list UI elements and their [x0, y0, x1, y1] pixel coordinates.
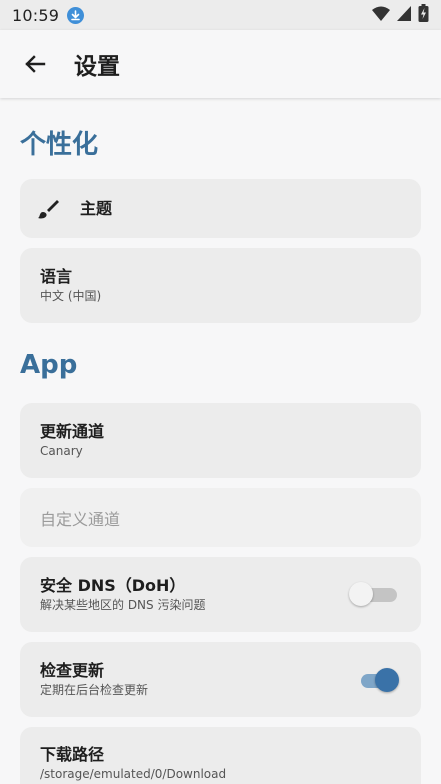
language-setting-item[interactable]: 语言 中文 (中国): [20, 248, 421, 323]
secure-dns-toggle[interactable]: [349, 581, 397, 607]
update-channel-setting-item[interactable]: 更新通道 Canary: [20, 403, 421, 478]
brush-icon: [37, 197, 61, 221]
check-update-title: 检查更新: [40, 661, 105, 680]
download-path-title: 下载路径: [40, 745, 105, 764]
toggle-thumb: [349, 582, 373, 606]
back-arrow-icon: [25, 55, 46, 73]
cellular-signal-icon: [397, 5, 411, 25]
back-button[interactable]: [18, 47, 52, 81]
custom-channel-setting-item: 自定义通道: [20, 488, 421, 547]
check-update-setting-item[interactable]: 检查更新 定期在后台检查更新: [20, 642, 421, 717]
theme-label: 主题: [80, 198, 113, 218]
download-path-setting-item[interactable]: 下载路径 /storage/emulated/0/Download: [20, 727, 421, 784]
status-bar: 10:59: [0, 0, 441, 30]
wifi-icon: [372, 6, 390, 25]
custom-channel-title: 自定义通道: [40, 509, 121, 529]
section-title-app: App: [20, 350, 78, 380]
status-time: 10:59: [12, 5, 60, 25]
download-path-value: /storage/emulated/0/Download: [40, 767, 227, 781]
secure-dns-subtitle: 解决某些地区的 DNS 污染问题: [40, 598, 206, 612]
battery-charging-icon: [418, 4, 429, 26]
secure-dns-setting-item[interactable]: 安全 DNS（DoH） 解决某些地区的 DNS 污染问题: [20, 557, 421, 632]
page-title: 设置: [74, 54, 120, 80]
status-icons: [372, 4, 429, 26]
download-notification-icon: [67, 6, 85, 24]
toggle-thumb: [375, 668, 399, 692]
secure-dns-title: 安全 DNS（DoH）: [40, 576, 186, 595]
check-update-subtitle: 定期在后台检查更新: [40, 683, 149, 697]
update-channel-value: Canary: [40, 444, 83, 458]
language-value: 中文 (中国): [40, 289, 102, 303]
theme-setting-item[interactable]: 主题: [20, 179, 421, 238]
language-title: 语言: [40, 267, 73, 286]
app-bar: 设置: [0, 30, 441, 98]
update-channel-title: 更新通道: [40, 422, 105, 441]
check-update-toggle[interactable]: [359, 667, 399, 693]
section-title-personalization: 个性化: [20, 130, 99, 160]
